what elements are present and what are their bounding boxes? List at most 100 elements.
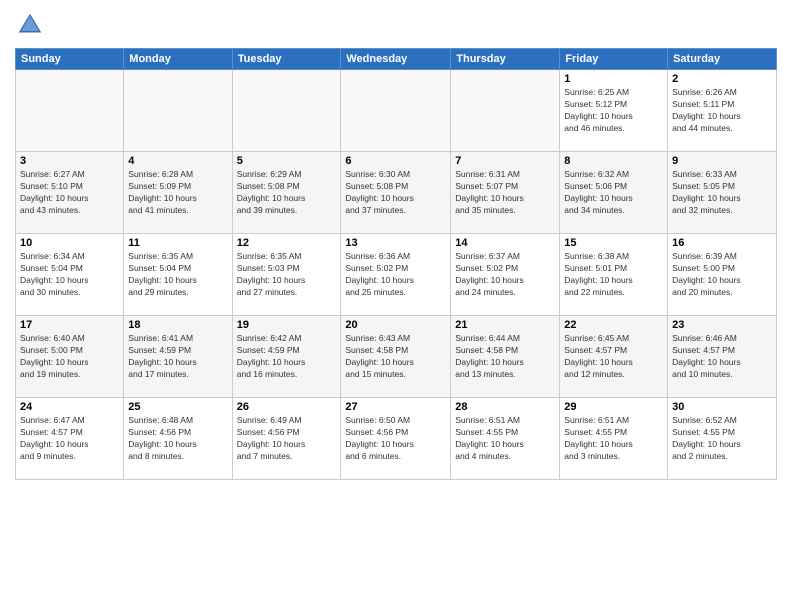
weekday-header-sunday: Sunday	[16, 49, 124, 70]
day-number: 9	[672, 155, 772, 167]
calendar-cell: 26 Sunrise: 6:49 AM Sunset: 4:56 PM Dayli…	[232, 398, 341, 480]
day-info: Sunrise: 6:32 AM Sunset: 5:06 PM Dayligh…	[564, 169, 663, 217]
day-number: 2	[672, 73, 772, 85]
day-number: 30	[672, 401, 772, 413]
calendar-week-row: 24 Sunrise: 6:47 AM Sunset: 4:57 PM Dayli…	[16, 398, 777, 480]
day-info: Sunrise: 6:49 AM Sunset: 4:56 PM Dayligh…	[237, 415, 337, 463]
day-info: Sunrise: 6:40 AM Sunset: 5:00 PM Dayligh…	[20, 333, 119, 381]
day-number: 13	[345, 237, 446, 249]
day-number: 7	[455, 155, 555, 167]
day-info: Sunrise: 6:31 AM Sunset: 5:07 PM Dayligh…	[455, 169, 555, 217]
day-number: 26	[237, 401, 337, 413]
calendar-cell: 22 Sunrise: 6:45 AM Sunset: 4:57 PM Dayli…	[560, 316, 668, 398]
calendar-cell: 17 Sunrise: 6:40 AM Sunset: 5:00 PM Dayli…	[16, 316, 124, 398]
calendar-week-row: 10 Sunrise: 6:34 AM Sunset: 5:04 PM Dayli…	[16, 234, 777, 316]
day-number: 22	[564, 319, 663, 331]
page: SundayMondayTuesdayWednesdayThursdayFrid…	[0, 0, 792, 612]
calendar-cell: 18Sunrise: 6:41 AM Sunset: 4:59 PM Dayli…	[124, 316, 232, 398]
calendar-week-row: 3 Sunrise: 6:27 AM Sunset: 5:10 PM Daylig…	[16, 152, 777, 234]
day-number: 17	[20, 319, 119, 331]
calendar-cell: 9 Sunrise: 6:33 AM Sunset: 5:05 PM Daylig…	[668, 152, 777, 234]
day-info: Sunrise: 6:47 AM Sunset: 4:57 PM Dayligh…	[20, 415, 119, 463]
logo-icon	[15, 10, 45, 40]
day-number: 29	[564, 401, 663, 413]
day-number: 25	[128, 401, 227, 413]
day-info: Sunrise: 6:44 AM Sunset: 4:58 PM Dayligh…	[455, 333, 555, 381]
day-info: Sunrise: 6:25 AM Sunset: 5:12 PM Dayligh…	[564, 87, 663, 135]
calendar-cell: 4 Sunrise: 6:28 AM Sunset: 5:09 PM Daylig…	[124, 152, 232, 234]
day-info: Sunrise: 6:29 AM Sunset: 5:08 PM Dayligh…	[237, 169, 337, 217]
day-number: 1	[564, 73, 663, 85]
day-number: 27	[345, 401, 446, 413]
day-info: Sunrise: 6:35 AM Sunset: 5:04 PM Dayligh…	[128, 251, 227, 299]
day-number: 24	[20, 401, 119, 413]
header	[15, 10, 777, 40]
weekday-header-row: SundayMondayTuesdayWednesdayThursdayFrid…	[16, 49, 777, 70]
day-number: 4	[128, 155, 227, 167]
day-info: Sunrise: 6:52 AM Sunset: 4:55 PM Dayligh…	[672, 415, 772, 463]
calendar-cell: 12 Sunrise: 6:35 AM Sunset: 5:03 PM Dayli…	[232, 234, 341, 316]
calendar-cell: 3 Sunrise: 6:27 AM Sunset: 5:10 PM Daylig…	[16, 152, 124, 234]
logo	[15, 10, 49, 40]
weekday-header-friday: Friday	[560, 49, 668, 70]
calendar-cell: 30 Sunrise: 6:52 AM Sunset: 4:55 PM Dayli…	[668, 398, 777, 480]
day-number: 18	[128, 319, 227, 331]
day-info: Sunrise: 6:30 AM Sunset: 5:08 PM Dayligh…	[345, 169, 446, 217]
calendar-week-row: 17 Sunrise: 6:40 AM Sunset: 5:00 PM Dayli…	[16, 316, 777, 398]
day-info: Sunrise: 6:37 AM Sunset: 5:02 PM Dayligh…	[455, 251, 555, 299]
day-info: Sunrise: 6:34 AM Sunset: 5:04 PM Dayligh…	[20, 251, 119, 299]
calendar-cell: 10 Sunrise: 6:34 AM Sunset: 5:04 PM Dayli…	[16, 234, 124, 316]
day-info: Sunrise: 6:50 AM Sunset: 4:56 PM Dayligh…	[345, 415, 446, 463]
calendar-cell: 24 Sunrise: 6:47 AM Sunset: 4:57 PM Dayli…	[16, 398, 124, 480]
calendar-cell: 23 Sunrise: 6:46 AM Sunset: 4:57 PM Dayli…	[668, 316, 777, 398]
day-number: 23	[672, 319, 772, 331]
calendar-cell: 19 Sunrise: 6:42 AM Sunset: 4:59 PM Dayli…	[232, 316, 341, 398]
day-info: Sunrise: 6:28 AM Sunset: 5:09 PM Dayligh…	[128, 169, 227, 217]
calendar-cell	[232, 70, 341, 152]
day-info: Sunrise: 6:27 AM Sunset: 5:10 PM Dayligh…	[20, 169, 119, 217]
day-info: Sunrise: 6:43 AM Sunset: 4:58 PM Dayligh…	[345, 333, 446, 381]
calendar-cell	[16, 70, 124, 152]
day-info: Sunrise: 6:26 AM Sunset: 5:11 PM Dayligh…	[672, 87, 772, 135]
day-info: Sunrise: 6:33 AM Sunset: 5:05 PM Dayligh…	[672, 169, 772, 217]
day-number: 15	[564, 237, 663, 249]
calendar-week-row: 1 Sunrise: 6:25 AM Sunset: 5:12 PM Daylig…	[16, 70, 777, 152]
day-number: 12	[237, 237, 337, 249]
day-number: 16	[672, 237, 772, 249]
weekday-header-tuesday: Tuesday	[232, 49, 341, 70]
day-number: 21	[455, 319, 555, 331]
calendar-cell: 8 Sunrise: 6:32 AM Sunset: 5:06 PM Daylig…	[560, 152, 668, 234]
calendar-cell: 1 Sunrise: 6:25 AM Sunset: 5:12 PM Daylig…	[560, 70, 668, 152]
day-info: Sunrise: 6:42 AM Sunset: 4:59 PM Dayligh…	[237, 333, 337, 381]
day-number: 20	[345, 319, 446, 331]
weekday-header-thursday: Thursday	[451, 49, 560, 70]
calendar-cell	[341, 70, 451, 152]
calendar-cell: 6Sunrise: 6:30 AM Sunset: 5:08 PM Daylig…	[341, 152, 451, 234]
day-number: 3	[20, 155, 119, 167]
day-number: 8	[564, 155, 663, 167]
day-number: 19	[237, 319, 337, 331]
day-number: 10	[20, 237, 119, 249]
day-info: Sunrise: 6:45 AM Sunset: 4:57 PM Dayligh…	[564, 333, 663, 381]
calendar-cell: 13 Sunrise: 6:36 AM Sunset: 5:02 PM Dayli…	[341, 234, 451, 316]
calendar-cell: 11Sunrise: 6:35 AM Sunset: 5:04 PM Dayli…	[124, 234, 232, 316]
day-info: Sunrise: 6:46 AM Sunset: 4:57 PM Dayligh…	[672, 333, 772, 381]
day-info: Sunrise: 6:36 AM Sunset: 5:02 PM Dayligh…	[345, 251, 446, 299]
calendar-cell: 14 Sunrise: 6:37 AM Sunset: 5:02 PM Dayli…	[451, 234, 560, 316]
day-number: 14	[455, 237, 555, 249]
day-info: Sunrise: 6:51 AM Sunset: 4:55 PM Dayligh…	[455, 415, 555, 463]
weekday-header-wednesday: Wednesday	[341, 49, 451, 70]
day-info: Sunrise: 6:51 AM Sunset: 4:55 PM Dayligh…	[564, 415, 663, 463]
calendar-cell: 21 Sunrise: 6:44 AM Sunset: 4:58 PM Dayli…	[451, 316, 560, 398]
day-info: Sunrise: 6:48 AM Sunset: 4:56 PM Dayligh…	[128, 415, 227, 463]
calendar-cell: 27 Sunrise: 6:50 AM Sunset: 4:56 PM Dayli…	[341, 398, 451, 480]
calendar-cell: 7 Sunrise: 6:31 AM Sunset: 5:07 PM Daylig…	[451, 152, 560, 234]
calendar-cell: 28Sunrise: 6:51 AM Sunset: 4:55 PM Dayli…	[451, 398, 560, 480]
calendar-cell: 25 Sunrise: 6:48 AM Sunset: 4:56 PM Dayli…	[124, 398, 232, 480]
weekday-header-saturday: Saturday	[668, 49, 777, 70]
calendar-cell: 20 Sunrise: 6:43 AM Sunset: 4:58 PM Dayli…	[341, 316, 451, 398]
calendar-cell: 5Sunrise: 6:29 AM Sunset: 5:08 PM Daylig…	[232, 152, 341, 234]
calendar-cell	[451, 70, 560, 152]
calendar-cell	[124, 70, 232, 152]
day-info: Sunrise: 6:35 AM Sunset: 5:03 PM Dayligh…	[237, 251, 337, 299]
